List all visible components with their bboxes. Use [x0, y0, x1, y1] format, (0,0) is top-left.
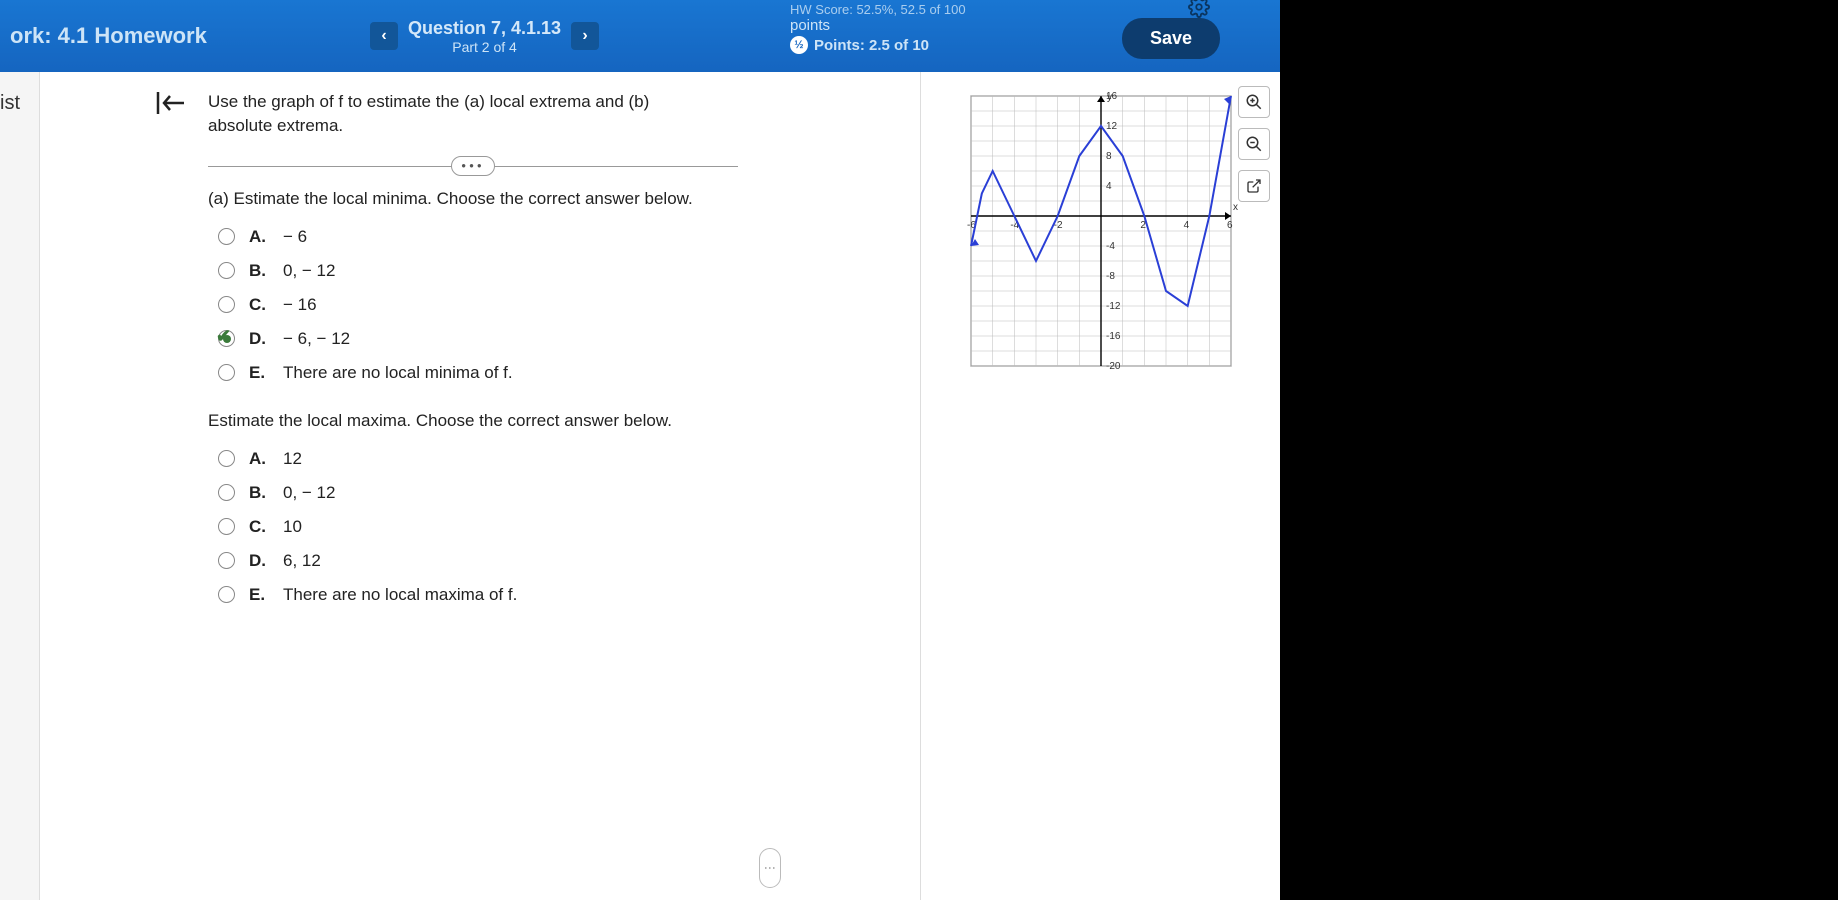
option-text: 12 — [283, 449, 302, 469]
vertical-drag-handle[interactable]: ⋮ — [759, 848, 781, 888]
answer-option[interactable]: C. − 16 — [218, 295, 900, 315]
more-pill-button[interactable]: ●●● — [451, 156, 495, 176]
points-value: Points: 2.5 of 10 — [814, 37, 929, 54]
svg-text:-16: -16 — [1106, 331, 1121, 342]
answer-option[interactable]: ✔ D. − 6, − 12 — [218, 329, 900, 349]
answer-option[interactable]: C. 10 — [218, 517, 900, 537]
next-question-button[interactable]: › — [571, 22, 599, 50]
option-text: − 6 — [283, 227, 307, 247]
answer-option[interactable]: B. 0, − 12 — [218, 483, 900, 503]
prompt-divider: ●●● — [208, 166, 738, 167]
hw-score-line: HW Score: 52.5%, 52.5 of 100 — [790, 2, 966, 17]
radio-button[interactable] — [218, 586, 235, 603]
homework-title: ork: 4.1 Homework — [10, 23, 370, 49]
option-text: 0, − 12 — [283, 261, 335, 281]
radio-button[interactable]: ✔ — [218, 330, 235, 347]
collapse-sidebar-icon[interactable] — [156, 90, 186, 900]
graph-svg: 161284-4-8-12-16-20-6-4-2246yx — [961, 86, 1241, 376]
zoom-out-button[interactable] — [1238, 128, 1270, 160]
question-part: Part 2 of 4 — [408, 39, 561, 55]
svg-text:6: 6 — [1227, 220, 1233, 231]
svg-text:x: x — [1233, 202, 1238, 213]
radio-button[interactable] — [218, 228, 235, 245]
graph-panel: 161284-4-8-12-16-20-6-4-2246yx — [920, 72, 1280, 900]
svg-text:8: 8 — [1106, 151, 1112, 162]
answer-option[interactable]: A. 12 — [218, 449, 900, 469]
question-nav: ‹ Question 7, 4.1.13 Part 2 of 4 › — [370, 18, 599, 55]
radio-button[interactable] — [218, 484, 235, 501]
check-icon: ✔ — [216, 326, 231, 347]
question-prompt: Use the graph of f to estimate the (a) l… — [208, 90, 688, 138]
svg-text:4: 4 — [1106, 181, 1112, 192]
radio-button[interactable] — [218, 364, 235, 381]
graph-box: 161284-4-8-12-16-20-6-4-2246yx — [961, 86, 1241, 376]
body: ist Use the graph of f to estimate the (… — [0, 72, 1280, 900]
part-a-options: A. − 6 B. 0, − 12 C. − 16 ✔ D. − 6, − 12 E. There … — [218, 227, 900, 383]
option-text: There are no local minima of f. — [283, 363, 513, 383]
option-text: 0, − 12 — [283, 483, 335, 503]
prev-question-button[interactable]: ‹ — [370, 22, 398, 50]
answer-option[interactable]: D. 6, 12 — [218, 551, 900, 571]
points-fraction-icon: ½ — [790, 36, 808, 54]
option-text: There are no local maxima of f. — [283, 585, 517, 605]
radio-button[interactable] — [218, 262, 235, 279]
svg-text:-12: -12 — [1106, 301, 1121, 312]
answer-option[interactable]: E. There are no local minima of f. — [218, 363, 900, 383]
points-label: points — [790, 17, 966, 34]
graph-tools — [1238, 86, 1270, 202]
option-letter: B. — [249, 261, 269, 281]
gear-icon[interactable] — [1188, 0, 1210, 18]
score-block: HW Score: 52.5%, 52.5 of 100 points ½ Po… — [790, 2, 966, 54]
part-b-options: A. 12 B. 0, − 12 C. 10 D. 6, 12 E. There are no l… — [218, 449, 900, 605]
svg-text:4: 4 — [1183, 220, 1189, 231]
save-button[interactable]: Save — [1122, 18, 1220, 59]
answer-option[interactable]: A. − 6 — [218, 227, 900, 247]
option-letter: D. — [249, 329, 269, 349]
header-bar: ork: 4.1 Homework ‹ Question 7, 4.1.13 P… — [0, 0, 1280, 72]
sidebar-stub: ist — [0, 72, 40, 900]
question-number: Question 7, 4.1.13 — [408, 18, 561, 39]
collapse-column — [40, 72, 200, 900]
svg-text:-20: -20 — [1106, 361, 1121, 372]
part-a2-prompt: Estimate the local maxima. Choose the co… — [208, 411, 748, 431]
question-content: Use the graph of f to estimate the (a) l… — [200, 72, 920, 900]
svg-text:y: y — [1107, 92, 1112, 103]
app-window: ork: 4.1 Homework ‹ Question 7, 4.1.13 P… — [0, 0, 1280, 900]
option-letter: C. — [249, 517, 269, 537]
option-letter: E. — [249, 363, 269, 383]
popout-button[interactable] — [1238, 170, 1270, 202]
radio-button[interactable] — [218, 296, 235, 313]
option-text: − 6, − 12 — [283, 329, 350, 349]
question-indicator: Question 7, 4.1.13 Part 2 of 4 — [408, 18, 561, 55]
zoom-in-button[interactable] — [1238, 86, 1270, 118]
option-letter: E. — [249, 585, 269, 605]
option-letter: A. — [249, 227, 269, 247]
option-text: 6, 12 — [283, 551, 321, 571]
radio-button[interactable] — [218, 552, 235, 569]
radio-button[interactable] — [218, 518, 235, 535]
option-letter: D. — [249, 551, 269, 571]
answer-option[interactable]: B. 0, − 12 — [218, 261, 900, 281]
option-text: − 16 — [283, 295, 317, 315]
radio-button[interactable] — [218, 450, 235, 467]
svg-text:-8: -8 — [1106, 271, 1115, 282]
answer-option[interactable]: E. There are no local maxima of f. — [218, 585, 900, 605]
svg-text:12: 12 — [1106, 121, 1118, 132]
svg-text:-4: -4 — [1106, 241, 1115, 252]
option-letter: A. — [249, 449, 269, 469]
part-a-prompt: (a) Estimate the local minima. Choose th… — [208, 189, 748, 209]
option-letter: B. — [249, 483, 269, 503]
option-letter: C. — [249, 295, 269, 315]
option-text: 10 — [283, 517, 302, 537]
